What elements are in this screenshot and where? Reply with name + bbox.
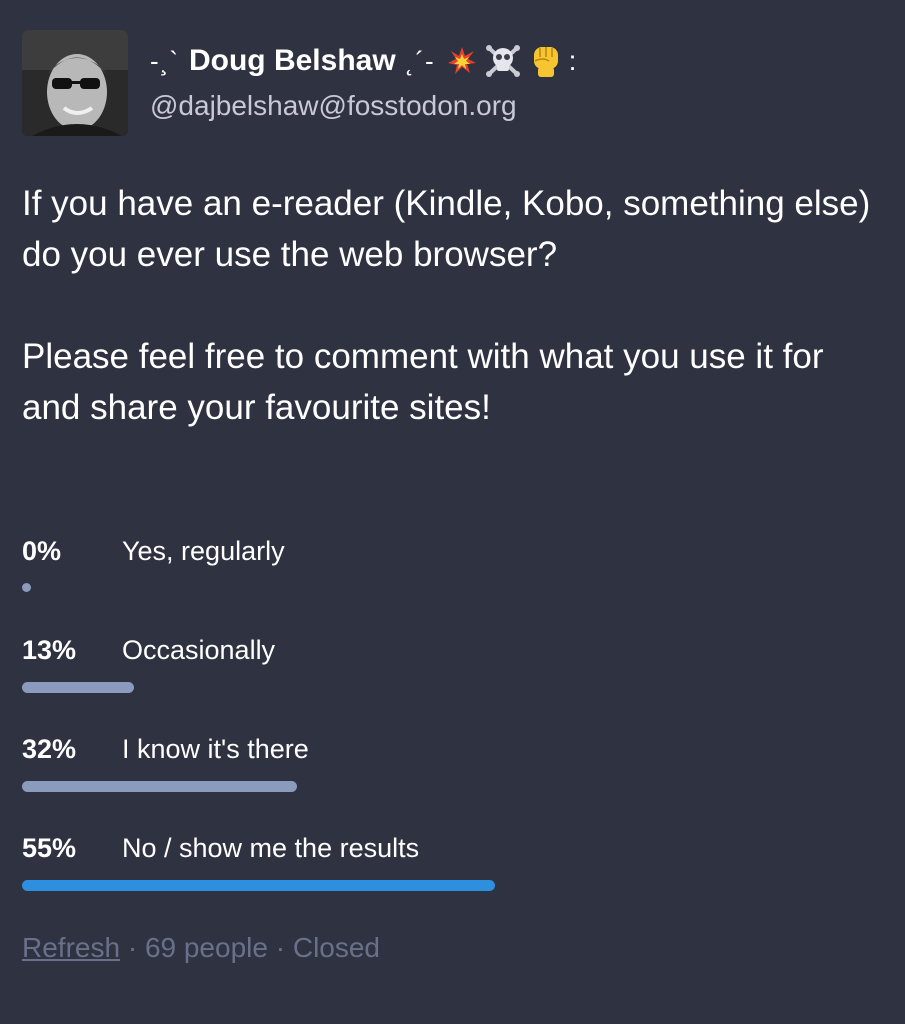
status-card: -¸` Doug Belshaw ˛´-: @dajbelshaw@fosst… — [0, 0, 905, 1024]
skull-crossbones-icon — [485, 45, 520, 77]
poll-option-bar — [22, 880, 495, 891]
display-name-end: : — [568, 45, 577, 76]
collision-icon — [447, 47, 476, 74]
poll-option-percent: 32% — [22, 733, 77, 764]
display-name[interactable]: -¸` Doug Belshaw ˛´-: — [150, 38, 576, 84]
status-paragraph: If you have an e-reader (Kindle, Kobo, s… — [22, 184, 871, 274]
poll-option: 32% I know it's there — [22, 728, 882, 827]
poll-option-percent: 0% — [22, 535, 62, 566]
poll-option-percent: 55% — [22, 832, 77, 863]
poll-option-bar — [22, 583, 31, 592]
footer-separator: · — [275, 932, 286, 963]
poll: 0% Yes, regularly 13% Occasionally 32% I… — [22, 530, 882, 926]
poll-option-label: Occasionally — [122, 634, 276, 665]
avatar-photo — [22, 30, 128, 136]
display-name-text: Doug Belshaw — [188, 44, 396, 77]
poll-option-label: No / show me the results — [122, 832, 420, 863]
raised-fist-icon — [533, 47, 558, 77]
display-name-prefix: -¸` — [150, 45, 179, 76]
poll-option-label: Yes, regularly — [122, 535, 285, 566]
poll-option-bar — [22, 682, 134, 693]
poll-option: 0% Yes, regularly — [22, 530, 882, 629]
poll-option: 13% Occasionally — [22, 629, 882, 728]
account-handle[interactable]: @dajbelshaw@fosstodon.org — [150, 90, 517, 122]
poll-status: Closed — [292, 932, 381, 963]
avatar[interactable] — [22, 30, 128, 136]
display-name-suffix: ˛´- — [405, 45, 435, 76]
status-content: If you have an e-reader (Kindle, Kobo, s… — [22, 178, 882, 433]
refresh-link[interactable]: Refresh — [22, 932, 120, 963]
poll-voter-count: 69 people — [144, 932, 268, 963]
poll-option-percent: 13% — [22, 634, 77, 665]
poll-option-label: I know it's there — [122, 733, 309, 764]
poll-footer: Refresh · 69 people · Closed — [22, 932, 380, 964]
display-name-emoji — [447, 43, 563, 79]
footer-separator: · — [127, 932, 138, 963]
poll-option-bar — [22, 781, 297, 792]
status-paragraph: Please feel free to comment with what yo… — [22, 337, 824, 427]
poll-option: 55% No / show me the results — [22, 827, 882, 926]
